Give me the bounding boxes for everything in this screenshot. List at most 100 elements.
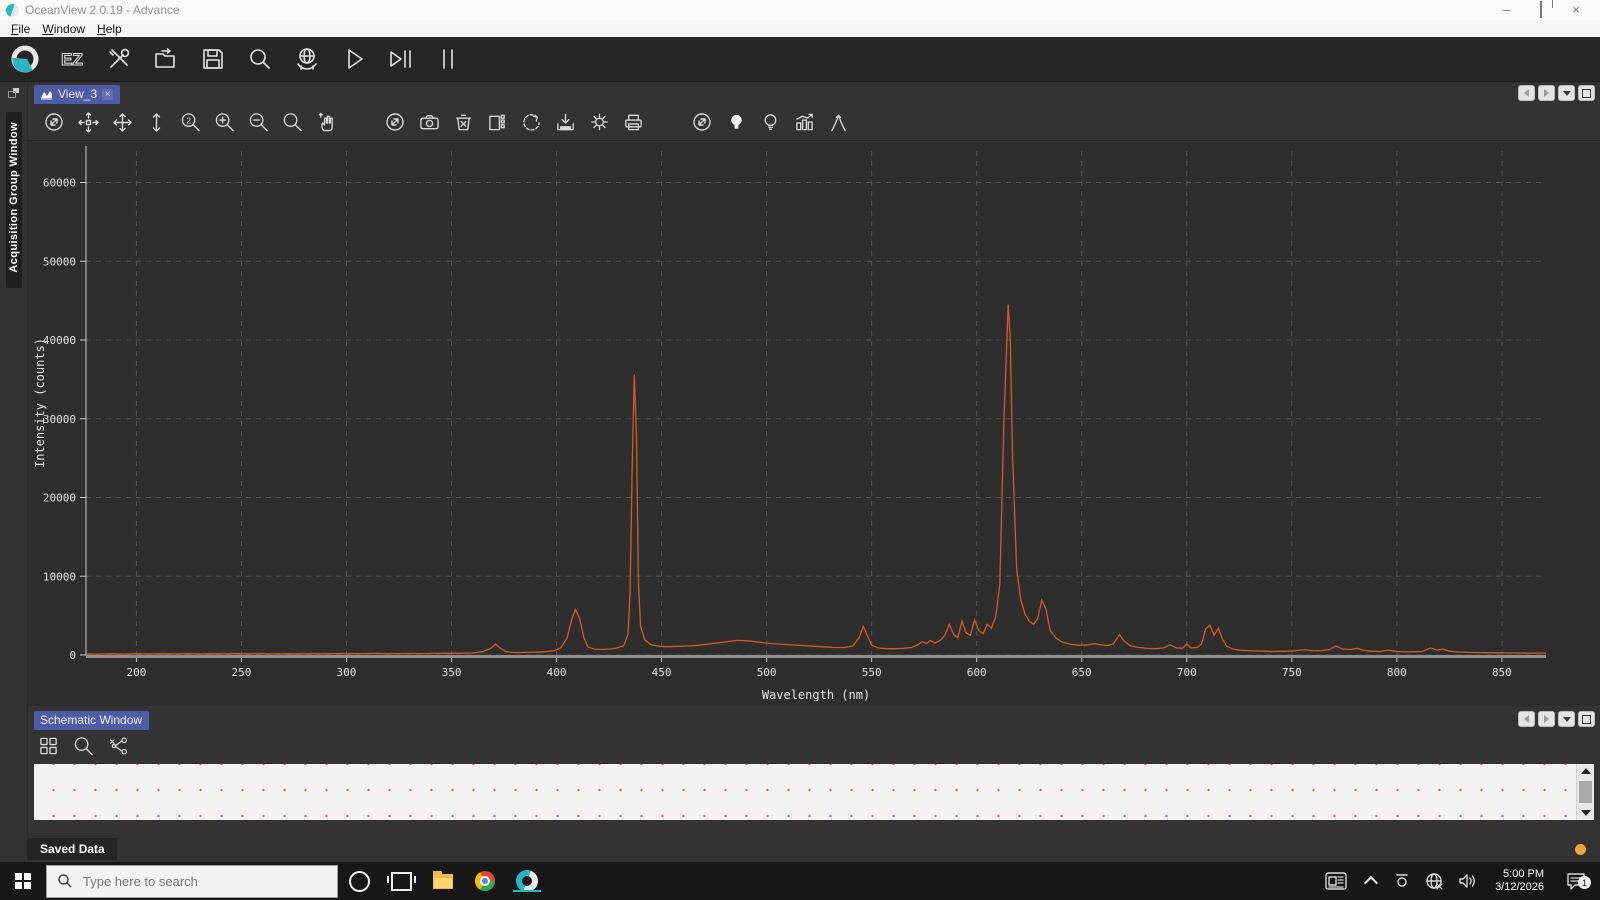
snapshot-camera-icon[interactable] (419, 111, 440, 133)
scale-to-window-icon[interactable] (385, 111, 406, 133)
schematic-panel: Schematic Window (28, 708, 1600, 820)
move-icon[interactable] (112, 111, 133, 133)
oceanview-taskbar-button[interactable] (506, 870, 548, 892)
taskbar-search[interactable] (46, 865, 338, 898)
menu-file[interactable]: File (5, 22, 36, 36)
chevron-up-icon (1364, 875, 1378, 889)
next-tab-button[interactable] (1538, 711, 1555, 727)
autoscale-icon[interactable] (692, 111, 713, 133)
zoom-region-icon[interactable]: 2 (180, 111, 201, 133)
lamp-off-icon[interactable] (760, 111, 781, 133)
status-bar: Saved Data (28, 836, 1600, 862)
ez-mode-icon[interactable]: EZ (55, 43, 89, 75)
active-app-indicator (513, 890, 541, 892)
restore-button[interactable] (1540, 3, 1542, 17)
scale-graph-icon[interactable] (44, 111, 65, 133)
export-icon[interactable] (555, 111, 576, 133)
pointer-hand-icon[interactable] (316, 111, 337, 133)
tab-schematic-window[interactable]: Schematic Window (34, 711, 149, 730)
y-tick-label: 60000 (43, 177, 76, 190)
step-icon[interactable] (384, 43, 418, 75)
right-arrow-icon (1544, 89, 1549, 97)
zoom-in-icon[interactable] (214, 111, 235, 133)
scroll-up-icon[interactable] (1581, 768, 1591, 774)
x-tick-label: 850 (1492, 666, 1512, 679)
network-icon (1425, 872, 1444, 891)
task-view-icon (391, 872, 412, 891)
y-tick-label: 50000 (43, 255, 76, 268)
graph-type-icon[interactable] (794, 111, 815, 133)
tab-list-button[interactable] (1558, 85, 1575, 101)
dock-icon[interactable] (8, 88, 19, 98)
schematic-tab-label: Schematic Window (40, 713, 142, 727)
view-tab-label: View_3 (58, 87, 97, 101)
svg-text:EZ: EZ (61, 50, 83, 69)
clock-date: 3/12/2026 (1495, 881, 1544, 894)
pan-icon[interactable] (78, 111, 99, 133)
show-hidden-icons-button[interactable] (1359, 875, 1383, 888)
lamp-on-icon[interactable] (726, 111, 747, 133)
notification-badge: 1 (1578, 876, 1591, 889)
play-icon[interactable] (337, 43, 371, 75)
file-explorer-button[interactable] (422, 874, 464, 889)
left-arrow-icon (1524, 715, 1529, 723)
chrome-button[interactable] (464, 871, 506, 891)
menu-bar: FileWindowHelp (0, 20, 1600, 37)
maximize-panel-button[interactable] (1578, 711, 1595, 727)
volume-icon (1457, 872, 1477, 890)
search-input[interactable] (81, 873, 285, 890)
zoom-out-icon[interactable] (248, 111, 269, 133)
save-icon[interactable] (196, 43, 230, 75)
tab-list-button[interactable] (1558, 711, 1575, 727)
zoom-icon[interactable] (282, 111, 303, 133)
print-icon[interactable] (623, 111, 644, 133)
close-button[interactable]: × (1572, 3, 1580, 17)
tab-view-3[interactable]: View_3 × (34, 85, 120, 104)
taskbar-clock[interactable]: 5:00 PM 3/12/2026 (1487, 868, 1552, 894)
pause-icon[interactable] (431, 43, 465, 75)
copy-graph-icon[interactable] (487, 111, 508, 133)
title-bar: OceanView 2.0.19 - Advance – × (0, 0, 1600, 20)
search-icon[interactable] (243, 43, 277, 75)
close-tab-icon[interactable]: × (102, 89, 113, 100)
grid-view-icon[interactable] (38, 735, 59, 757)
cortana-button[interactable] (338, 871, 380, 892)
scroll-down-icon[interactable] (1581, 810, 1591, 816)
tools-icon[interactable] (102, 43, 136, 75)
device-tray-button[interactable] (1389, 872, 1415, 890)
delete-trash-icon[interactable] (453, 111, 474, 133)
settings-gear-icon[interactable] (589, 111, 610, 133)
prev-tab-button[interactable] (1518, 85, 1535, 101)
oceanview-logo-icon[interactable] (8, 43, 42, 75)
view-tab-bar: View_3 × (28, 82, 1600, 104)
vertical-move-icon[interactable] (146, 111, 167, 133)
open-file-icon[interactable] (149, 43, 183, 75)
scroll-thumb[interactable] (1579, 781, 1592, 803)
chart-tab-icon (40, 89, 53, 100)
x-axis-label: Wavelength (nm) (762, 688, 870, 701)
next-tab-button[interactable] (1538, 85, 1555, 101)
news-widget-button[interactable] (1319, 872, 1353, 890)
notification-center-button[interactable]: 1 (1558, 871, 1594, 891)
schematic-canvas[interactable] (34, 764, 1594, 820)
maximize-panel-button[interactable] (1578, 85, 1595, 101)
minimize-button[interactable]: – (1503, 3, 1510, 17)
merge-icon[interactable] (828, 111, 849, 133)
undo-icon[interactable] (521, 111, 542, 133)
spectrum-chart[interactable]: 2002503003504004505005506006507007508008… (28, 140, 1600, 706)
task-view-button[interactable] (380, 872, 422, 891)
windows-taskbar: 5:00 PM 3/12/2026 1 (0, 862, 1600, 900)
menu-window[interactable]: Window (36, 22, 91, 36)
x-tick-label: 650 (1072, 666, 1092, 679)
volume-tray-button[interactable] (1453, 872, 1481, 890)
start-button[interactable] (0, 873, 46, 889)
vertical-scrollbar[interactable] (1576, 764, 1594, 820)
sidebar-item-acquisition-group[interactable]: Acquisition Group Window (6, 112, 22, 288)
menu-help[interactable]: Help (91, 22, 128, 36)
x-tick-label: 400 (547, 666, 567, 679)
node-graph-icon[interactable] (108, 735, 129, 757)
prev-tab-button[interactable] (1518, 711, 1535, 727)
zoom-icon[interactable] (73, 735, 94, 757)
network-tray-button[interactable] (1421, 872, 1447, 891)
web-icon[interactable] (290, 43, 324, 75)
